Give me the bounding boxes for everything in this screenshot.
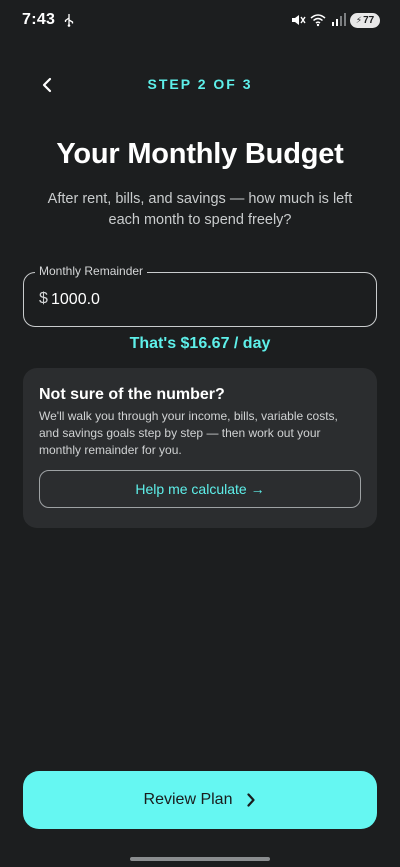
status-left: 7:43 — [22, 11, 75, 29]
helper-card-body: We'll walk you through your income, bill… — [39, 409, 338, 457]
battery-level: 77 — [363, 14, 375, 26]
help-me-calculate-button[interactable]: Help me calculate → — [39, 470, 361, 508]
review-plan-label: Review Plan — [143, 791, 233, 808]
step-indicator: STEP 2 OF 3 — [147, 76, 253, 92]
wifi-icon — [310, 14, 326, 27]
page-title: Your Monthly Budget — [56, 138, 344, 170]
currency-prefix: $ — [39, 290, 48, 307]
page-subtitle: After rent, bills, and savings — how muc… — [47, 191, 353, 228]
usb-icon — [65, 14, 74, 27]
header: STEP 2 OF 3 — [0, 64, 400, 106]
signal-icon — [332, 13, 346, 26]
home-indicator[interactable] — [130, 857, 270, 861]
battery-icon: ⚡ 77 — [350, 12, 380, 28]
budget-setup-screen: 7:43 ⚡ 77 STEP 2 OF 3 Your Monthly Budge… — [0, 0, 400, 867]
per-day-amount: That's $16.67 / day — [129, 335, 271, 352]
calculator-helper-card: Not sure of the number? We'll walk you t… — [23, 368, 377, 528]
chevron-right-icon — [247, 793, 256, 807]
status-time: 7:43 — [22, 11, 56, 28]
monthly-remainder-input[interactable] — [51, 286, 351, 314]
status-bar: 7:43 ⚡ 77 — [0, 0, 400, 40]
monthly-remainder-label: Monthly Remainder — [35, 264, 148, 278]
review-plan-button[interactable]: Review Plan — [23, 771, 377, 829]
mute-icon — [292, 15, 306, 25]
helper-card-title: Not sure of the number? — [39, 386, 225, 403]
status-right: ⚡ 77 — [290, 12, 380, 28]
monthly-remainder-field[interactable]: Monthly Remainder $ — [23, 264, 377, 327]
charging-bolt-icon: ⚡ — [355, 14, 363, 25]
